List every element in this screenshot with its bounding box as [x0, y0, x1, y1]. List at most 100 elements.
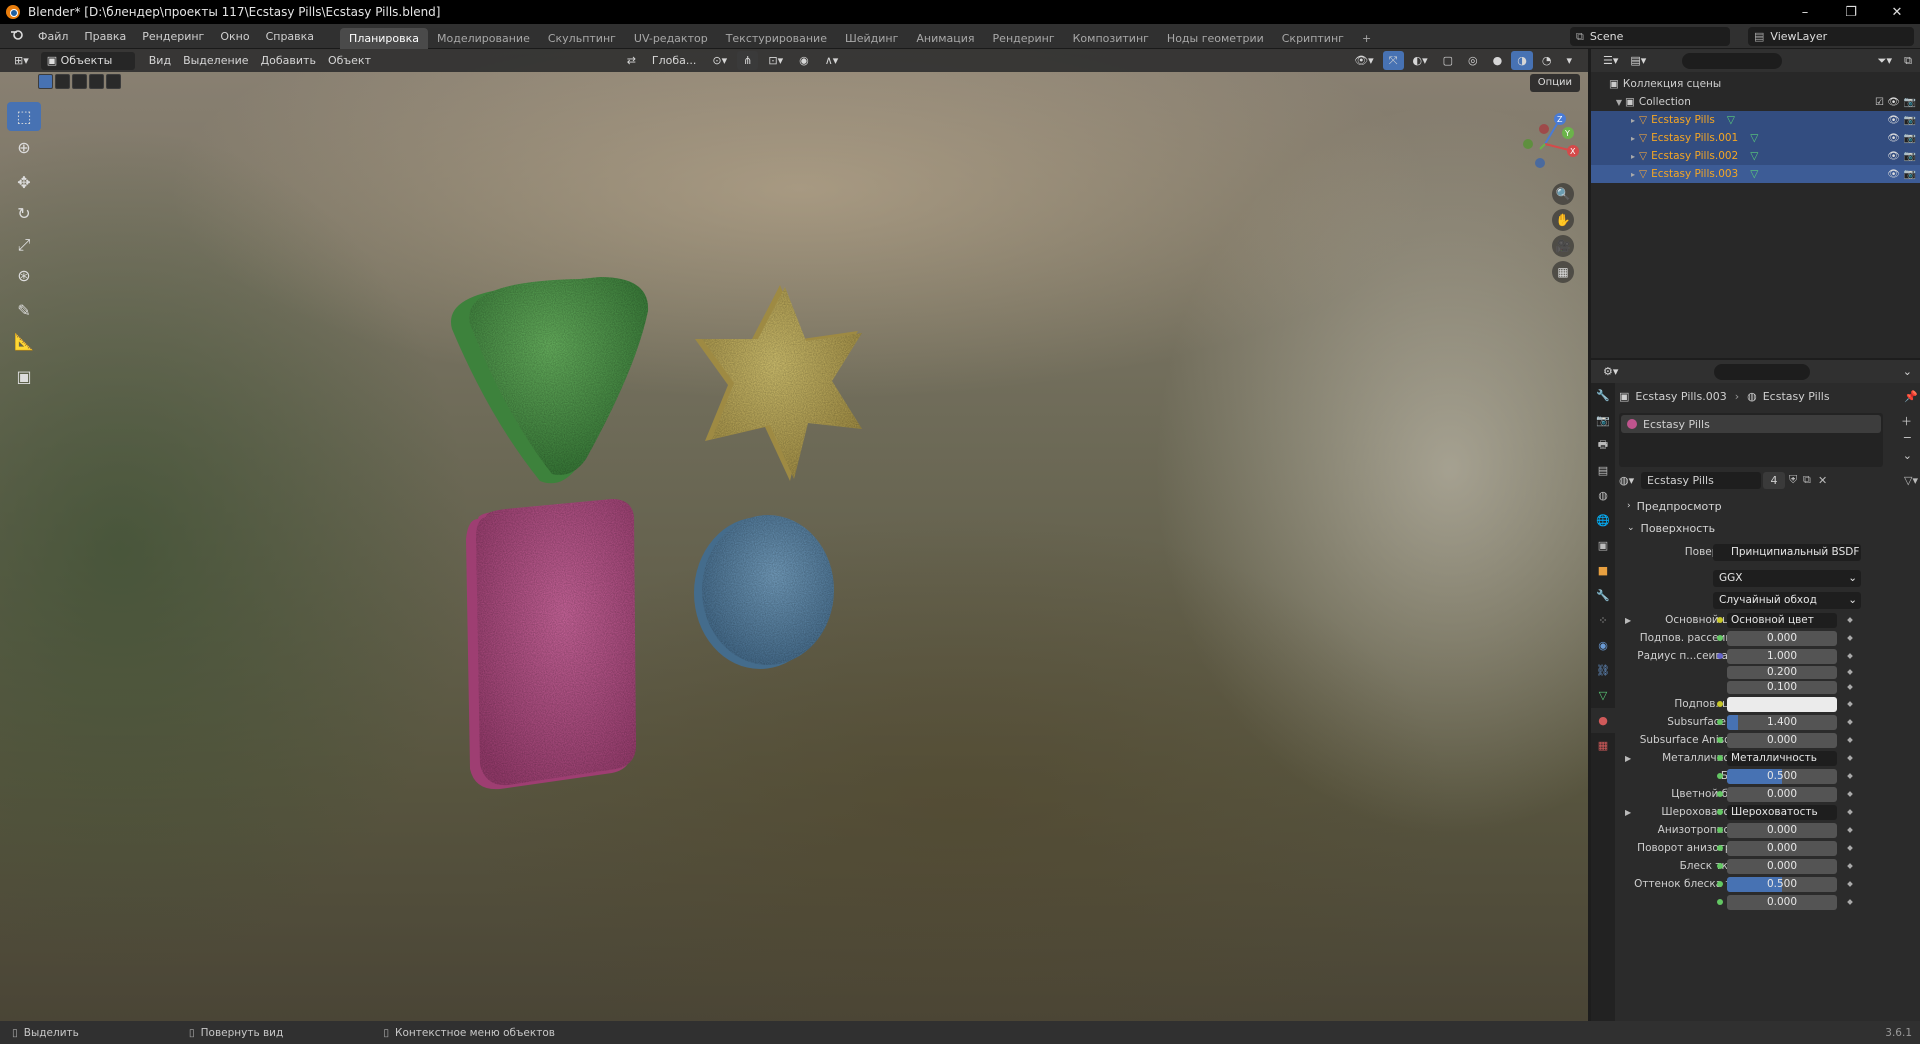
workspace-tab[interactable]: Планировка — [340, 27, 429, 49]
scene-selector[interactable]: ⧉ Scene — [1570, 27, 1730, 46]
numeric-input-field[interactable]: 0.000 — [1727, 732, 1837, 748]
workspace-tab[interactable]: Рендеринг — [984, 28, 1064, 49]
new-collection-icon[interactable]: ⧉ — [1898, 51, 1918, 70]
properties-options-icon[interactable]: ⌄ — [1897, 362, 1918, 381]
expand-icon[interactable]: ▸ — [1627, 170, 1639, 179]
distribution-dropdown[interactable]: GGX ⌄ — [1713, 569, 1861, 587]
input-socket-icon[interactable] — [1717, 863, 1723, 869]
object-tab-icon[interactable]: ■ — [1591, 558, 1615, 583]
outliner-object-row[interactable]: ▸ ▽ Ecstasy Pills.001 ▽ 👁 📷 — [1591, 129, 1920, 147]
outliner-object-row[interactable]: ▸ ▽ Ecstasy Pills.002 ▽ 👁 📷 — [1591, 147, 1920, 165]
fake-user-icon[interactable]: ⛨ — [1789, 473, 1797, 487]
numeric-input-field[interactable]: 0.000 — [1727, 894, 1837, 910]
outliner-search-input[interactable] — [1682, 52, 1783, 69]
input-socket-icon[interactable] — [1717, 701, 1723, 707]
input-socket-icon[interactable] — [1717, 653, 1723, 659]
keyframe-icon[interactable] — [1847, 827, 1853, 833]
keyframe-icon[interactable] — [1847, 809, 1853, 815]
world-tab-icon[interactable]: 🌐 — [1591, 508, 1615, 533]
workspace-tab[interactable]: Скриптинг — [1273, 28, 1353, 49]
input-socket-icon[interactable] — [1717, 899, 1723, 905]
scene-collection-row[interactable]: ▣ Коллекция сцены — [1591, 75, 1920, 93]
surface-section-header[interactable]: ⌄ Поверхность — [1619, 517, 1920, 539]
keyframe-icon[interactable] — [1847, 635, 1853, 641]
material-slot-item[interactable]: Ecstasy Pills — [1621, 415, 1881, 433]
view-layer-tab-icon[interactable]: ▤ — [1591, 458, 1615, 483]
properties-editor-type-icon[interactable]: ⚙▾ — [1597, 362, 1624, 381]
collection-row[interactable]: ▼ ▣ Collection ☑ 👁 📷 — [1591, 93, 1920, 111]
filter-icon[interactable]: ⏷▾ — [1872, 51, 1898, 70]
collection-visibility-icon[interactable]: 👁 — [1887, 97, 1900, 108]
workspace-tab[interactable]: Анимация — [907, 28, 983, 49]
expand-socket-icon[interactable]: ▶ — [1625, 808, 1631, 817]
keyframe-icon[interactable] — [1847, 791, 1853, 797]
browse-material-icon[interactable]: ◍▾ — [1619, 474, 1634, 487]
workspace-tab[interactable]: + — [1353, 28, 1380, 49]
material-name-field[interactable]: Ecstasy Pills — [1641, 471, 1761, 489]
input-socket-icon[interactable] — [1717, 719, 1723, 725]
add-slot-icon[interactable]: ＋ — [1901, 413, 1912, 429]
collection-tab-icon[interactable]: ▣ — [1591, 533, 1615, 558]
workspace-tab[interactable]: Шейдинг — [836, 28, 907, 49]
input-socket-icon[interactable] — [1717, 809, 1723, 815]
particles-tab-icon[interactable]: ⁘ — [1591, 608, 1615, 633]
pan-view-icon[interactable]: ✋ — [1552, 209, 1574, 231]
menu-item[interactable]: Окно — [212, 24, 257, 49]
workspace-tab[interactable]: Текстурирование — [717, 28, 836, 49]
input-socket-icon[interactable] — [1717, 791, 1723, 797]
material-tab-icon[interactable]: ● — [1591, 708, 1615, 733]
view-layer-selector[interactable]: ▤ ViewLayer — [1748, 27, 1914, 46]
numeric-input-field[interactable]: 0.100 — [1727, 681, 1837, 694]
close-button[interactable]: ✕ — [1874, 0, 1920, 24]
pin-icon[interactable]: 📌 — [1904, 390, 1918, 403]
collection-render-icon[interactable]: 📷 — [1904, 97, 1916, 108]
preview-section-header[interactable]: › Предпросмотр — [1619, 495, 1920, 517]
collection-checkbox-icon[interactable]: ☑ — [1875, 97, 1884, 108]
numeric-input-field[interactable]: 0.200 — [1727, 666, 1837, 679]
keyframe-icon[interactable] — [1847, 881, 1853, 887]
linked-input-field[interactable]: Основной цвет — [1727, 612, 1837, 628]
object-render-icon[interactable]: 📷 — [1904, 169, 1916, 180]
modifier-tab-icon[interactable]: 🔧 — [1591, 583, 1615, 608]
numeric-input-field[interactable]: 0.500 — [1727, 768, 1837, 784]
input-socket-icon[interactable] — [1717, 737, 1723, 743]
numeric-input-field[interactable]: 0.000 — [1727, 786, 1837, 802]
object-visibility-icon[interactable]: 👁 — [1887, 169, 1900, 180]
workspace-tab[interactable]: Композитинг — [1064, 28, 1158, 49]
subsurface-method-dropdown[interactable]: Случайный обход ⌄ — [1713, 591, 1861, 609]
zoom-view-icon[interactable]: 🔍 — [1552, 183, 1574, 205]
scene-tab-icon[interactable]: ◍ — [1591, 483, 1615, 508]
menu-item[interactable]: Файл — [30, 24, 76, 49]
outliner-object-row[interactable]: ▸ ▽ Ecstasy Pills.003 ▽ 👁 📷 — [1591, 165, 1920, 183]
input-socket-icon[interactable] — [1717, 635, 1723, 641]
keyframe-icon[interactable] — [1847, 845, 1853, 851]
duplicate-material-icon[interactable]: ⧉ — [1803, 473, 1811, 487]
workspace-tab[interactable]: Моделирование — [428, 28, 539, 49]
display-mode-icon[interactable]: ▤▾ — [1624, 51, 1652, 70]
keyframe-icon[interactable] — [1847, 684, 1853, 690]
linked-input-field[interactable]: Шероховатость — [1727, 804, 1837, 820]
slot-menu-icon[interactable]: ⌄ — [1903, 449, 1912, 462]
numeric-input-field[interactable]: 1.000 — [1727, 648, 1837, 664]
expand-socket-icon[interactable]: ▶ — [1625, 616, 1631, 625]
outliner-editor-type-icon[interactable]: ☰▾ — [1597, 51, 1624, 70]
numeric-input-field[interactable]: 0.000 — [1727, 630, 1837, 646]
object-visibility-icon[interactable]: 👁 — [1887, 115, 1900, 126]
pink-rectangle-pill[interactable] — [466, 499, 636, 790]
object-visibility-icon[interactable]: 👁 — [1887, 151, 1900, 162]
numeric-input-field[interactable]: 0.000 — [1727, 858, 1837, 874]
workspace-tab[interactable]: Ноды геометрии — [1158, 28, 1273, 49]
mesh-data-icon[interactable]: ▽ — [1750, 168, 1758, 180]
input-socket-icon[interactable] — [1717, 845, 1723, 851]
keyframe-icon[interactable] — [1847, 773, 1853, 779]
material-users-count[interactable]: 4 — [1763, 471, 1785, 489]
collapse-icon[interactable]: ▼ — [1613, 98, 1625, 107]
input-socket-icon[interactable] — [1717, 773, 1723, 779]
workspace-tab[interactable]: Скульптинг — [539, 28, 625, 49]
ortho-toggle-icon[interactable]: ▦ — [1552, 261, 1574, 283]
minimize-button[interactable]: – — [1782, 0, 1828, 24]
constraints-tab-icon[interactable]: ⛓ — [1591, 658, 1615, 683]
3d-viewport[interactable]: ⊞▾ ▣ Объекты Вид Выделение Добавить Объект … — [0, 49, 1588, 1021]
gizmo-neg-y-axis[interactable] — [1523, 139, 1533, 149]
keyframe-icon[interactable] — [1847, 719, 1853, 725]
